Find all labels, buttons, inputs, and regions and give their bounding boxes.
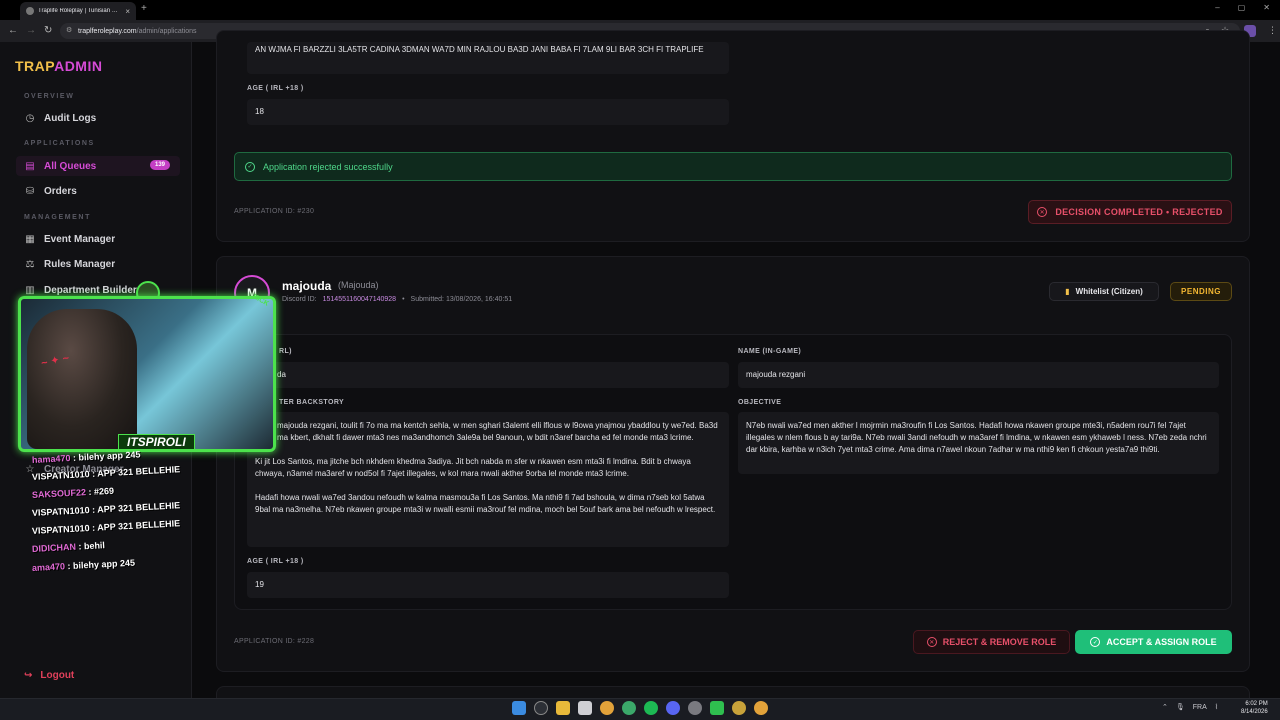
close-window-icon[interactable]: ✕ bbox=[1263, 3, 1270, 12]
new-tab-icon[interactable]: + bbox=[141, 3, 147, 14]
building-icon: ▥ bbox=[25, 284, 35, 296]
status-badge: PENDING bbox=[1170, 282, 1232, 301]
x-circle-icon: ✕ bbox=[1037, 207, 1048, 217]
search-icon[interactable] bbox=[534, 701, 548, 715]
kick-app-icon[interactable] bbox=[710, 701, 724, 715]
minimize-icon[interactable]: – bbox=[1215, 3, 1219, 12]
accept-assign-role-button[interactable]: ✓ ACCEPT & ASSIGN ROLE bbox=[1075, 630, 1232, 654]
age-field: 18 bbox=[247, 99, 729, 125]
sidebar-item-label: Orders bbox=[44, 185, 77, 197]
queue-count-badge: 139 bbox=[149, 160, 170, 170]
separator-dot: • bbox=[402, 296, 405, 303]
url-domain: traplferoleplay.com bbox=[78, 27, 137, 35]
url-path: /admin/applications bbox=[136, 27, 197, 35]
scale-icon: ⚖ bbox=[25, 258, 35, 270]
back-icon[interactable]: ← bbox=[8, 25, 18, 36]
calendar-icon: ▦ bbox=[25, 233, 35, 245]
name-irl-field: da bbox=[247, 362, 729, 388]
applicant-meta: Discord ID: 1514551160047140928 • Submit… bbox=[282, 296, 512, 303]
applicant-username: majouda bbox=[282, 279, 332, 293]
menu-icon[interactable]: ⋮ bbox=[1268, 25, 1277, 36]
backstory-label: TER BACKSTORY bbox=[279, 399, 345, 406]
application-id: APPLICATION ID: #230 bbox=[234, 208, 315, 215]
check-circle-icon: ✓ bbox=[1090, 637, 1101, 647]
sidebar-item-rules-manager[interactable]: ⚖ Rules Manager bbox=[16, 254, 180, 274]
backstory-paragraph-1: majouda rezgani, toulit fi 7o ma ma kent… bbox=[277, 421, 718, 442]
streamer-name: ITSPIROLI bbox=[118, 434, 195, 450]
maximize-icon[interactable]: ▢ bbox=[1238, 3, 1246, 12]
x-circle-icon: ✕ bbox=[926, 637, 937, 647]
sidebar-item-all-queues[interactable]: ▤ All Queues 139 bbox=[16, 156, 180, 176]
sidebar-item-label: Audit Logs bbox=[44, 112, 97, 124]
objective-field: N7eb nwali wa7ed men akther l mojrmin ma… bbox=[738, 412, 1219, 474]
decision-badge: ✕ DECISION COMPLETED • REJECTED bbox=[1028, 200, 1232, 224]
logo[interactable]: TRAPADMIN bbox=[15, 58, 102, 74]
cart-icon: ⛁ bbox=[25, 185, 35, 197]
backstory-field: majouda rezgani, toulit fi 7o ma ma kent… bbox=[247, 412, 729, 547]
backstory-field: AN WJMA FI BARZZLI 3LA5TR CADINA 3DMAN W… bbox=[247, 42, 729, 74]
window-controls: – ▢ ✕ bbox=[1215, 3, 1270, 12]
tab-title: Traplife Roleplay | Tunisian GTA bbox=[38, 8, 122, 14]
webcam-overlay: ~ ✦ ~ bbox=[18, 296, 276, 452]
system-clock[interactable]: 6:02 PM 8/14/2026 bbox=[1241, 700, 1268, 716]
section-applications: APPLICATIONS bbox=[24, 140, 95, 147]
taskbar-app-icon[interactable] bbox=[578, 701, 592, 715]
discord-icon[interactable] bbox=[666, 701, 680, 715]
forward-icon[interactable]: → bbox=[26, 25, 36, 36]
sidebar-item-label: Department Builder bbox=[44, 284, 137, 296]
spotify-icon[interactable] bbox=[644, 701, 658, 715]
keyboard-language[interactable]: FRA bbox=[1193, 704, 1207, 711]
age-label: AGE ( IRL +18 ) bbox=[247, 85, 304, 92]
logout-button[interactable]: ↪ Logout bbox=[24, 670, 74, 681]
sidebar-item-label: Event Manager bbox=[44, 233, 116, 245]
logout-icon: ↪ bbox=[24, 670, 33, 681]
discord-id[interactable]: 1514551160047140928 bbox=[323, 296, 396, 303]
discord-label: Discord ID: bbox=[282, 296, 317, 303]
chrome-icon[interactable] bbox=[600, 701, 614, 715]
check-circle-icon: ✓ bbox=[245, 161, 255, 172]
close-tab-icon[interactable]: × bbox=[125, 7, 130, 16]
document-icon: ▤ bbox=[25, 160, 35, 172]
application-id: APPLICATION ID: #228 bbox=[234, 638, 315, 645]
sidebar-item-orders[interactable]: ⛁ Orders bbox=[16, 181, 180, 201]
clock-icon: ◷ bbox=[25, 112, 35, 124]
sidebar-item-audit-logs[interactable]: ◷ Audit Logs bbox=[16, 108, 180, 128]
file-explorer-icon[interactable] bbox=[556, 701, 570, 715]
sidebar-item-label: All Queues bbox=[44, 160, 97, 172]
favicon-icon bbox=[26, 7, 34, 15]
applicant-alias: (Majouda) bbox=[338, 280, 379, 290]
success-notice: ✓ Application rejected successfully bbox=[234, 152, 1232, 181]
system-tray: ⌃ 🎙 FRA ⌇ bbox=[1162, 703, 1218, 712]
mic-icon[interactable]: 🎙 bbox=[1176, 703, 1185, 711]
backstory-paragraph-2: Ki jit Los Santos, ma jitche bch nkhdem … bbox=[255, 457, 691, 478]
site-info-icon[interactable]: ⚙ bbox=[66, 26, 72, 34]
browser-tabbar bbox=[0, 0, 1280, 20]
wifi-icon[interactable]: ⌇ bbox=[1215, 703, 1218, 711]
streamer-silhouette bbox=[27, 309, 137, 449]
objective-label: OBJECTIVE bbox=[738, 399, 782, 406]
windows-taskbar bbox=[0, 698, 1280, 720]
sidebar-item-label: Rules Manager bbox=[44, 258, 116, 270]
name-irl-label: RL) bbox=[279, 348, 292, 355]
browser-icon[interactable] bbox=[622, 701, 636, 715]
obs-icon[interactable] bbox=[688, 701, 702, 715]
chevron-up-icon[interactable]: ⌃ bbox=[1162, 703, 1168, 711]
reload-icon[interactable]: ↻ bbox=[44, 25, 52, 36]
name-game-field: majouda rezgani bbox=[738, 362, 1219, 388]
backstory-paragraph-3: Hadafi howa nwali wa7ed 3andou nefoudh w… bbox=[255, 493, 716, 514]
taskbar-app-icon[interactable] bbox=[732, 701, 746, 715]
age-label: AGE ( IRL +18 ) bbox=[247, 558, 304, 565]
browser-tab[interactable]: Traplife Roleplay | Tunisian GTA × bbox=[20, 2, 136, 20]
document-icon: ▮ bbox=[1065, 287, 1070, 296]
section-overview: OVERVIEW bbox=[24, 93, 75, 100]
section-management: MANAGEMENT bbox=[24, 214, 91, 221]
name-game-label: NAME (IN-GAME) bbox=[738, 348, 802, 355]
start-icon[interactable] bbox=[512, 701, 526, 715]
whitelist-type-badge: ▮ Whitelist (Citizen) bbox=[1049, 282, 1159, 301]
reject-remove-role-button[interactable]: ✕ REJECT & REMOVE ROLE bbox=[913, 630, 1070, 654]
submitted-date: Submitted: 13/08/2026, 16:40:51 bbox=[410, 296, 513, 303]
chrome-icon[interactable] bbox=[754, 701, 768, 715]
age-field: 19 bbox=[247, 572, 729, 598]
sidebar-item-event-manager[interactable]: ▦ Event Manager bbox=[16, 229, 180, 249]
